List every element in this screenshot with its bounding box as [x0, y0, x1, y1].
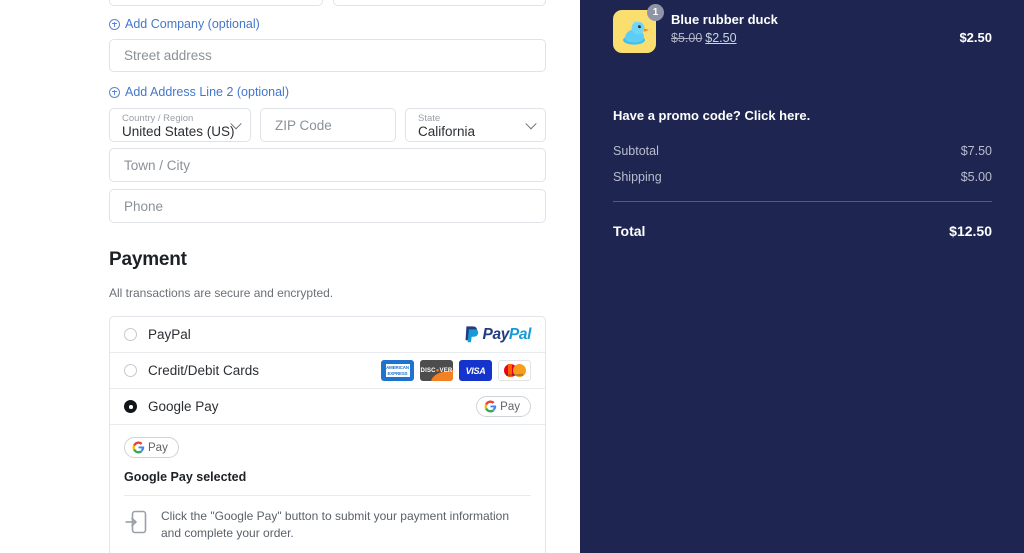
- payment-method-label: Google Pay: [148, 399, 219, 414]
- google-pay-logo: Pay: [476, 396, 531, 417]
- town-city-input[interactable]: Town / City: [109, 148, 546, 182]
- google-pay-selected-text: Google Pay selected: [124, 470, 531, 496]
- google-pay-button[interactable]: Pay: [124, 437, 531, 459]
- radio-credit-debit[interactable]: [124, 364, 137, 377]
- rubber-duck-icon: [619, 16, 651, 48]
- last-name-field[interactable]: [333, 0, 547, 6]
- radio-paypal[interactable]: [124, 328, 137, 341]
- mastercard-icon: mastercard: [498, 360, 531, 381]
- shipping-row: Shipping $5.00: [613, 170, 992, 184]
- name-fields-row: [109, 0, 546, 6]
- gpay-wordmark: Pay: [148, 442, 168, 454]
- street-address-input[interactable]: Street address: [109, 39, 546, 72]
- country-region-label: Country / Region: [122, 113, 241, 124]
- product-old-price: $5.00: [671, 31, 702, 45]
- payment-method-label: PayPal: [148, 327, 191, 342]
- payment-method-label: Credit/Debit Cards: [148, 363, 259, 378]
- grand-total-row: Total $12.50: [613, 223, 992, 239]
- street-address-wrap: Street address: [109, 39, 546, 72]
- paypal-mark-icon: [463, 325, 480, 344]
- order-summary: 1 Blue rubber duck $5.00$2.50 $2.50 Have…: [580, 0, 1024, 239]
- order-summary-pane: 1 Blue rubber duck $5.00$2.50 $2.50 Have…: [580, 0, 1024, 553]
- shipping-amount: $5.00: [961, 170, 992, 184]
- secure-transactions-note: All transactions are secure and encrypte…: [109, 286, 546, 300]
- promo-code-link[interactable]: Have a promo code? Click here.: [613, 108, 992, 123]
- state-value: California: [418, 124, 536, 140]
- radio-google-pay[interactable]: [124, 400, 137, 413]
- discover-icon: DISC●VER: [420, 360, 453, 381]
- add-address-line2-link[interactable]: Add Address Line 2 (optional): [109, 80, 546, 104]
- total-amount: $12.50: [949, 223, 992, 239]
- checkout-page: Add Company (optional) Street address Ad…: [0, 0, 1024, 553]
- first-name-field[interactable]: [109, 0, 323, 6]
- visa-icon: VISA: [459, 360, 492, 381]
- product-new-price[interactable]: $2.50: [705, 31, 736, 45]
- payment-heading: Payment: [109, 249, 546, 271]
- phone-input[interactable]: Phone: [109, 189, 546, 223]
- shipping-label: Shipping: [613, 170, 662, 184]
- country-zip-state-row: Country / Region United States (US) ZIP …: [109, 108, 546, 142]
- google-g-icon: [484, 400, 497, 413]
- country-region-value: United States (US): [122, 124, 241, 140]
- google-pay-instruction-text: Click the "Google Pay" button to submit …: [161, 508, 531, 542]
- product-name: Blue rubber duck: [671, 11, 778, 28]
- gpay-wordmark: Pay: [500, 401, 520, 413]
- add-company-label: Add Company (optional): [125, 17, 260, 31]
- paypal-logo: PayPal: [463, 325, 531, 344]
- zip-code-input[interactable]: ZIP Code: [260, 108, 396, 142]
- add-address-line2-label: Add Address Line 2 (optional): [125, 85, 289, 99]
- country-region-select[interactable]: Country / Region United States (US): [109, 108, 251, 142]
- checkout-form-pane: Add Company (optional) Street address Ad…: [0, 0, 580, 553]
- submit-arrow-icon: [124, 509, 148, 535]
- google-pay-instruction-row: Click the "Google Pay" button to submit …: [124, 496, 531, 542]
- billing-form: Add Company (optional) Street address Ad…: [109, 0, 546, 553]
- add-company-link[interactable]: Add Company (optional): [109, 12, 546, 36]
- plus-circle-icon: [109, 87, 120, 98]
- order-line-item: 1 Blue rubber duck $5.00$2.50 $2.50: [613, 8, 992, 53]
- totals-list: Subtotal $7.50 Shipping $5.00 Total $12.…: [613, 144, 992, 239]
- subtotal-row: Subtotal $7.50: [613, 144, 992, 158]
- subtotal-label: Subtotal: [613, 144, 659, 158]
- payment-method-google-pay[interactable]: Google Pay Pay: [110, 389, 545, 425]
- product-thumbnail-wrap: 1: [613, 10, 656, 53]
- card-brand-logos: AMERICAN EXPRESS DISC●VER VISA: [381, 360, 531, 381]
- product-info: Blue rubber duck $5.00$2.50: [671, 8, 778, 47]
- product-line-total: $2.50: [959, 8, 992, 45]
- total-label: Total: [613, 223, 645, 239]
- payment-method-credit-debit[interactable]: Credit/Debit Cards AMERICAN EXPRESS DISC…: [110, 353, 545, 389]
- american-express-icon: AMERICAN EXPRESS: [381, 360, 414, 381]
- paypal-wordmark: PayPal: [483, 326, 531, 344]
- subtotal-amount: $7.50: [961, 144, 992, 158]
- state-select[interactable]: State California: [405, 108, 546, 142]
- product-prices: $5.00$2.50: [671, 29, 778, 47]
- google-g-icon: [132, 441, 145, 454]
- payment-method-paypal[interactable]: PayPal PayPal: [110, 317, 545, 353]
- plus-circle-icon: [109, 19, 120, 30]
- payment-methods-card: PayPal PayPal Credit/Debi: [109, 316, 546, 553]
- quantity-badge: 1: [647, 4, 664, 21]
- google-pay-selected-panel: Pay Google Pay selected Click the "Googl…: [110, 425, 545, 553]
- totals-divider: [613, 201, 992, 202]
- state-label: State: [418, 113, 536, 124]
